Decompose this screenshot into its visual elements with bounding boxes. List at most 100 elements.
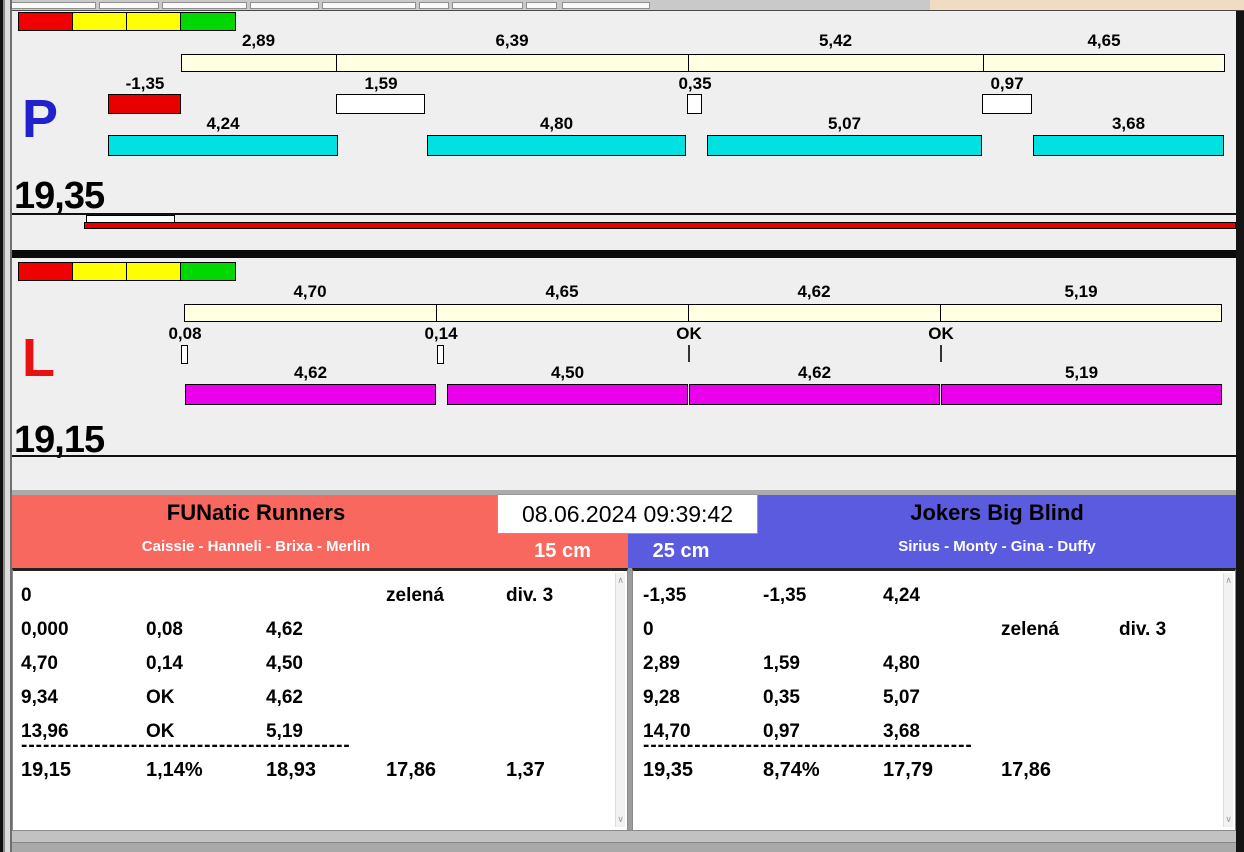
- dog-run-time-label: 5,07: [827, 114, 862, 133]
- dog-run-bar: [707, 135, 982, 156]
- team-members-right: Sirius - Monty - Gina - Duffy: [898, 538, 1096, 555]
- split-separator: [688, 305, 689, 321]
- changeover-bar: [181, 345, 188, 364]
- lane-total-time: 19,35: [14, 175, 105, 217]
- split-time-label: 4,62: [797, 282, 831, 301]
- dog-run-time-label: 4,50: [550, 363, 585, 382]
- total-cell: 17,79: [883, 759, 934, 781]
- titlebar-segment: [322, 2, 416, 9]
- status-light-yellow-1: [72, 262, 127, 281]
- changeover-bar: [108, 94, 181, 114]
- total-cell: 1,14%: [146, 759, 203, 781]
- lane-l-panel: L 4,70 4,65 4,62 5,19 0,08 0,14 OK OK 4,62 4,50 4,6…: [0, 258, 1244, 490]
- split-separator: [983, 55, 984, 71]
- status-light-yellow-2: [126, 12, 181, 31]
- status-light-red: [18, 12, 73, 31]
- race-progress-bar: [84, 222, 1236, 229]
- status-light-yellow-2: [126, 262, 181, 281]
- dog-run-bar: [185, 384, 436, 405]
- table-right[interactable]: -1,35 -1,35 4,24 0 zelená div. 3 2,89 1,59 4,80 9…: [632, 568, 1236, 830]
- changeover-tick: [940, 345, 942, 362]
- lane-underline: [12, 213, 1236, 215]
- split-total-bar: [181, 54, 1225, 72]
- changeover-time-label: OK: [928, 324, 954, 343]
- split-separator: [940, 305, 941, 321]
- titlebar-segment: [452, 2, 523, 9]
- changeover-time-label: 0,97: [990, 74, 1024, 93]
- result-cell: -1,35: [763, 585, 807, 606]
- total-cell: 19,15: [21, 759, 72, 781]
- result-cell: 5,07: [883, 687, 920, 708]
- changeover-time-label: 0,35: [678, 74, 712, 93]
- dog-run-time-label: 3,68: [1111, 114, 1146, 133]
- total-cell: 19,35: [643, 759, 694, 781]
- scroll-up-icon[interactable]: ∧: [616, 575, 625, 586]
- total-cell: 17,86: [386, 759, 437, 781]
- dog-run-bar: [108, 135, 338, 156]
- split-separator: [688, 55, 689, 71]
- titlebar-segment: [562, 2, 650, 9]
- total-cell: 17,86: [1001, 759, 1052, 781]
- team-members-left: Caissie - Hanneli - Brixa - Merlin: [141, 538, 371, 555]
- dog-run-time-label: 4,80: [539, 114, 574, 133]
- result-cell: 0: [643, 619, 654, 640]
- results-divider: ----------------------------------------…: [21, 735, 351, 756]
- changeover-tick: [688, 345, 690, 362]
- split-time-label: 4,65: [545, 282, 579, 301]
- split-separator: [436, 305, 437, 321]
- status-light-green: [180, 12, 236, 31]
- lane-divider: [12, 250, 1236, 258]
- status-light-red: [18, 262, 73, 281]
- total-cell: 8,74%: [763, 759, 820, 781]
- result-cell: 4,62: [266, 619, 303, 640]
- scroll-down-icon[interactable]: ∨: [616, 814, 625, 825]
- jump-height-right: 25 cm: [652, 540, 710, 562]
- result-cell: 0,08: [146, 619, 183, 640]
- results-divider: ----------------------------------------…: [643, 735, 973, 756]
- titlebar-segment: [8, 2, 96, 9]
- bottom-strip: [0, 842, 1244, 852]
- titlebar-segment: [419, 2, 449, 9]
- scroll-down-icon[interactable]: ∨: [1224, 814, 1233, 825]
- titlebar-segment: [99, 2, 159, 9]
- split-time-label: 5,42: [818, 31, 853, 50]
- result-cell: 9,28: [643, 687, 680, 708]
- dog-run-bar: [447, 384, 688, 405]
- status-light-yellow-1: [72, 12, 127, 31]
- result-cell: 0,14: [146, 653, 183, 674]
- result-cell: 1,59: [763, 653, 800, 674]
- dog-run-time-label: 4,62: [293, 363, 328, 382]
- changeover-time-label: OK: [676, 324, 702, 343]
- changeover-time-label: 1,59: [364, 74, 398, 93]
- result-cell: zelená: [1001, 619, 1060, 640]
- jump-height-left: 15 cm: [534, 540, 591, 562]
- status-light-green: [180, 262, 236, 281]
- timestamp: 08.06.2024 09:39:42: [497, 494, 758, 534]
- team-name-right: Jokers Big Blind: [910, 500, 1084, 525]
- bottom-inner-strip: [12, 830, 1236, 842]
- result-cell: 4,80: [883, 653, 920, 674]
- result-cell: 2,89: [643, 653, 680, 674]
- window-frame-right: [1236, 11, 1244, 852]
- scroll-up-icon[interactable]: ∧: [1224, 575, 1233, 586]
- scrollbar[interactable]: ∧ ∨: [1223, 573, 1233, 827]
- scrollbar[interactable]: ∧ ∨: [615, 573, 625, 827]
- dog-run-bar: [1033, 135, 1224, 156]
- split-time-label: 4,65: [1087, 31, 1121, 50]
- changeover-time-label: 0,14: [424, 324, 458, 343]
- dog-run-time-label: 4,62: [797, 363, 832, 382]
- dog-run-bar: [689, 384, 940, 405]
- result-cell: 0,000: [21, 619, 69, 640]
- window-frame-left: [0, 0, 12, 852]
- result-cell: 4,24: [883, 585, 920, 606]
- result-cell: 0,35: [763, 687, 800, 708]
- team-name-left: FUNatic Runners: [166, 500, 346, 525]
- split-time-label: 2,89: [241, 31, 276, 50]
- titlebar-segment: [162, 2, 247, 9]
- titlebar-segment: [526, 2, 557, 9]
- table-left[interactable]: 0 zelená div. 3 0,000 0,08 4,62 4,70 0,14 4,50 9,…: [12, 568, 628, 830]
- result-cell: 9,34: [21, 687, 58, 708]
- split-time-label: 5,19: [1064, 282, 1098, 301]
- changeover-bar: [687, 94, 702, 114]
- result-cell: 0: [21, 585, 32, 606]
